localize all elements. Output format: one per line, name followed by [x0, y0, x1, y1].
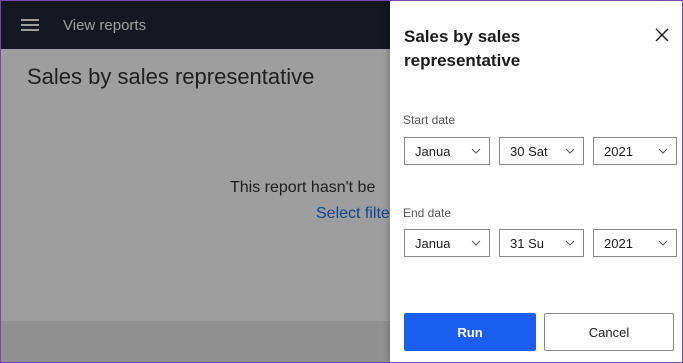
- chevron-down-icon: [658, 240, 668, 246]
- end-month-value: Janua: [415, 235, 451, 251]
- start-day-value: 30 Sat: [510, 143, 548, 159]
- end-day-value: 31 Su: [510, 235, 544, 251]
- run-button[interactable]: Run: [404, 313, 536, 351]
- chevron-down-icon: [471, 148, 481, 154]
- panel-title: Sales by sales representative: [404, 27, 521, 70]
- start-day-select[interactable]: 30 Sat: [499, 137, 584, 165]
- start-year-select[interactable]: 2021: [593, 137, 677, 165]
- start-month-select[interactable]: Janua: [404, 137, 490, 165]
- cancel-button[interactable]: Cancel: [544, 313, 674, 351]
- end-year-value: 2021: [604, 235, 633, 251]
- chevron-down-icon: [658, 148, 668, 154]
- start-date-label: Start date: [403, 113, 456, 127]
- end-year-select[interactable]: 2021: [593, 229, 677, 257]
- start-year-value: 2021: [604, 143, 633, 159]
- window: View reports Sales by sales representati…: [0, 0, 683, 363]
- chevron-down-icon: [565, 148, 575, 154]
- modal-overlay[interactable]: [1, 1, 390, 362]
- chevron-down-icon: [471, 240, 481, 246]
- end-day-select[interactable]: 31 Su: [499, 229, 584, 257]
- end-date-label: End date: [403, 206, 452, 220]
- chevron-down-icon: [565, 240, 575, 246]
- start-month-value: Janua: [415, 143, 451, 159]
- report-filter-panel: Sales by sales representative Start date…: [390, 1, 682, 362]
- close-icon[interactable]: [652, 25, 672, 45]
- background-app: View reports Sales by sales representati…: [1, 1, 390, 362]
- end-month-select[interactable]: Janua: [404, 229, 490, 257]
